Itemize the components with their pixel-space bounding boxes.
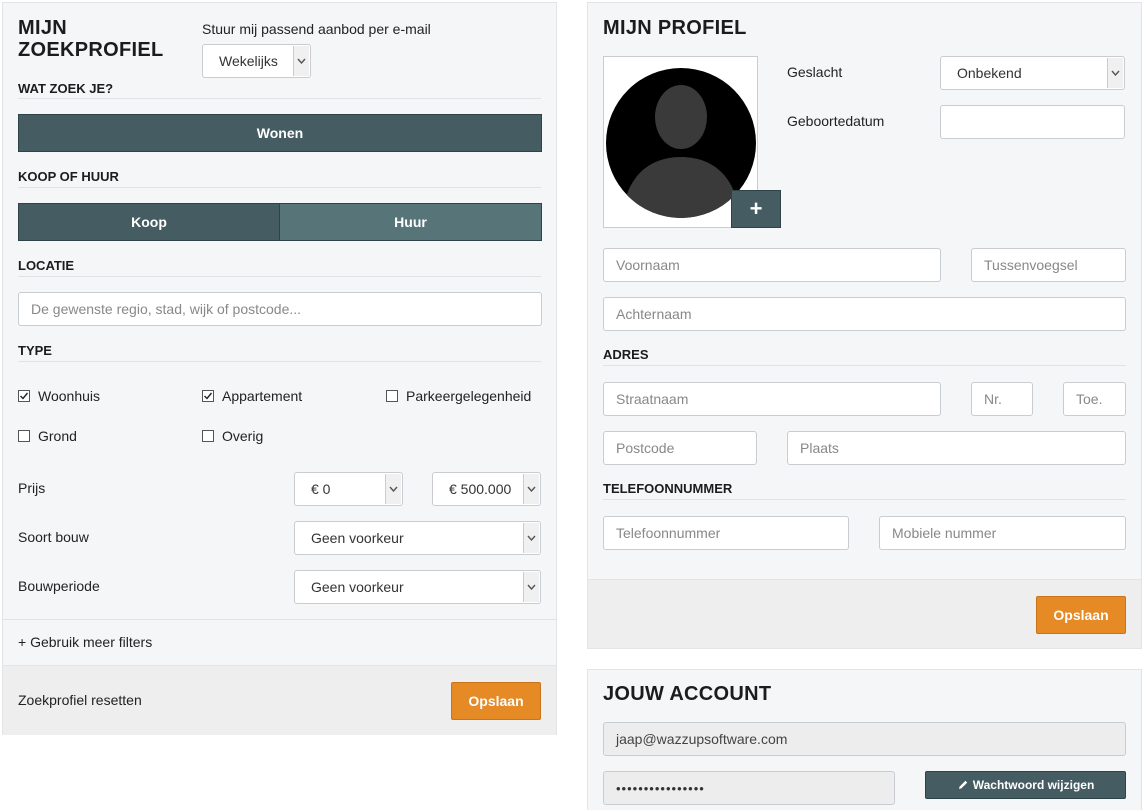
checkbox-checked-icon — [202, 390, 214, 402]
email-frequency-value: Wekelijks — [219, 53, 278, 69]
straatnaam-input[interactable]: Straatnaam — [603, 382, 941, 416]
checkbox-label: Overig — [222, 428, 264, 444]
prijs-label: Prijs — [18, 480, 46, 496]
email-frequency-select[interactable]: Wekelijks — [202, 44, 311, 78]
wat-zoek-je-heading: WAT ZOEK JE? — [18, 81, 114, 96]
zoekprofiel-title-line2: ZOEKPROFIEL — [18, 39, 164, 61]
account-password-field: •••••••••••••••• — [603, 771, 895, 805]
avatar-frame: + — [603, 56, 781, 228]
telefoonnummer-heading: TELEFOONNUMMER — [603, 481, 733, 496]
checkbox-label: Grond — [38, 428, 77, 444]
divider — [603, 499, 1126, 500]
bouwperiode-value: Geen voorkeur — [311, 579, 404, 595]
voornaam-input[interactable]: Voornaam — [603, 248, 941, 282]
divider — [18, 361, 541, 362]
mobiel-input[interactable]: Mobiele nummer — [879, 516, 1126, 550]
checkbox-parkeergelegenheid[interactable]: Parkeergelegenheid — [386, 388, 531, 404]
divider — [18, 187, 541, 188]
profiel-panel: MIJN PROFIEL + Geslacht Onbekend Geboort… — [587, 2, 1142, 649]
zoekprofiel-footer: Zoekprofiel resetten Opslaan — [3, 665, 556, 735]
checkbox-label: Appartement — [222, 388, 303, 404]
divider — [603, 365, 1126, 366]
geboortedatum-label: Geboortedatum — [787, 113, 885, 129]
divider — [18, 98, 541, 99]
prijs-min-value: € 0 — [311, 481, 331, 497]
koop-button[interactable]: Koop — [18, 203, 280, 241]
account-title: JOUW ACCOUNT — [603, 683, 772, 705]
prijs-max-value: € 500.000 — [449, 481, 512, 497]
soort-bouw-label: Soort bouw — [18, 529, 89, 545]
change-password-label: Wachtwoord wijzigen — [972, 778, 1095, 792]
email-frequency-label: Stuur mij passend aanbod per e-mail — [202, 21, 431, 37]
geboortedatum-input[interactable] — [940, 105, 1125, 139]
bouwperiode-select[interactable]: Geen voorkeur — [294, 570, 541, 604]
koop-of-huur-heading: KOOP OF HUUR — [18, 169, 119, 184]
tussenvoegsel-input[interactable]: Tussenvoegsel — [971, 248, 1126, 282]
checkbox-unchecked-icon — [202, 430, 214, 442]
adres-heading: ADRES — [603, 347, 649, 362]
checkbox-checked-icon — [18, 390, 30, 402]
wonen-button[interactable]: Wonen — [18, 114, 542, 152]
chevron-down-icon — [293, 46, 309, 76]
account-panel: JOUW ACCOUNT jaap@wazzupsoftware.com •••… — [587, 669, 1142, 810]
telefoonnummer-input[interactable]: Telefoonnummer — [603, 516, 849, 550]
toevoeging-input[interactable]: Toe. — [1063, 382, 1126, 416]
profiel-title: MIJN PROFIEL — [603, 17, 747, 39]
checkbox-grond[interactable]: Grond — [18, 428, 77, 444]
achternaam-input[interactable]: Achternaam — [603, 297, 1126, 331]
checkbox-woonhuis[interactable]: Woonhuis — [18, 388, 100, 404]
geslacht-select[interactable]: Onbekend — [940, 56, 1125, 90]
geslacht-label: Geslacht — [787, 64, 843, 80]
profiel-footer: Opslaan — [588, 579, 1141, 648]
change-password-button[interactable]: Wachtwoord wijzigen — [925, 771, 1126, 799]
prijs-min-select[interactable]: € 0 — [294, 472, 403, 506]
zoekprofiel-title-line1: MIJN — [18, 17, 67, 39]
geslacht-value: Onbekend — [957, 65, 1022, 81]
meer-filters-link[interactable]: + Gebruik meer filters — [18, 634, 152, 650]
zoekprofiel-panel: MIJN ZOEKPROFIEL Stuur mij passend aanbo… — [2, 2, 557, 735]
pencil-icon — [958, 780, 967, 789]
add-photo-button[interactable]: + — [731, 190, 781, 228]
checkbox-label: Parkeergelegenheid — [406, 388, 532, 404]
checkbox-label: Woonhuis — [38, 388, 101, 404]
huur-button[interactable]: Huur — [279, 203, 542, 241]
chevron-down-icon — [523, 572, 539, 602]
divider — [3, 619, 556, 620]
locatie-heading: LOCATIE — [18, 258, 75, 273]
type-heading: TYPE — [18, 343, 52, 358]
chevron-down-icon — [523, 474, 539, 504]
account-email-field: jaap@wazzupsoftware.com — [603, 722, 1126, 756]
checkbox-unchecked-icon — [386, 390, 398, 402]
checkbox-appartement[interactable]: Appartement — [202, 388, 302, 404]
chevron-down-icon — [385, 474, 401, 504]
chevron-down-icon — [523, 523, 539, 553]
profiel-save-button[interactable]: Opslaan — [1036, 596, 1126, 634]
locatie-input[interactable]: De gewenste regio, stad, wijk of postcod… — [18, 292, 542, 326]
plaats-input[interactable]: Plaats — [787, 431, 1126, 465]
divider — [18, 276, 541, 277]
checkbox-unchecked-icon — [18, 430, 30, 442]
huisnummer-input[interactable]: Nr. — [971, 382, 1033, 416]
soort-bouw-value: Geen voorkeur — [311, 530, 404, 546]
zoekprofiel-reset-link[interactable]: Zoekprofiel resetten — [18, 692, 142, 708]
bouwperiode-label: Bouwperiode — [18, 578, 100, 594]
prijs-max-select[interactable]: € 500.000 — [432, 472, 541, 506]
soort-bouw-select[interactable]: Geen voorkeur — [294, 521, 541, 555]
chevron-down-icon — [1107, 58, 1123, 88]
checkbox-overig[interactable]: Overig — [202, 428, 263, 444]
postcode-input[interactable]: Postcode — [603, 431, 757, 465]
zoekprofiel-save-button[interactable]: Opslaan — [451, 682, 541, 720]
